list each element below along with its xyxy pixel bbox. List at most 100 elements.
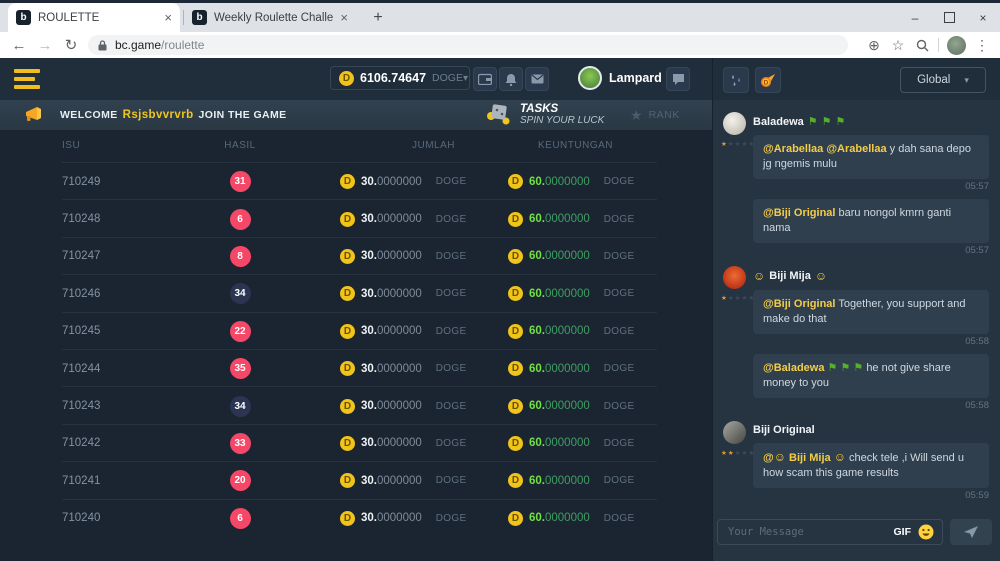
chat-input-box[interactable]: GIF	[717, 519, 943, 545]
doge-coin-icon: D	[340, 361, 355, 376]
table-row[interactable]: 71024634D30.0000000DOGED60.0000000DOGE	[0, 275, 712, 312]
currency-label: DOGE	[604, 513, 635, 524]
result-cell: 33	[180, 433, 300, 454]
table-row[interactable]: 71024120D30.0000000DOGED60.0000000DOGE	[0, 462, 712, 499]
maximize-button[interactable]	[932, 3, 966, 32]
forward-button[interactable]: →	[34, 34, 56, 56]
doge-coin-icon: D	[508, 399, 523, 414]
url-bar[interactable]: bc.game/roulette	[88, 35, 848, 55]
send-button[interactable]	[950, 519, 992, 545]
chat-user-avatar[interactable]	[723, 112, 746, 135]
currency-label: DOGE	[604, 251, 635, 262]
chat-username[interactable]: ☺Biji Mija☺	[753, 266, 989, 283]
chat-message: @Baladewa ⚑ ⚑ ⚑ he not give share money …	[753, 354, 989, 398]
user-mention[interactable]: @Biji Original	[763, 207, 835, 219]
user-mention[interactable]: @Arabellaa	[826, 143, 886, 155]
chat-toggle-button[interactable]	[666, 67, 690, 91]
tab-close-icon[interactable]: ×	[340, 10, 348, 25]
table-row[interactable]: 71024233D30.0000000DOGED60.0000000DOGE	[0, 425, 712, 462]
new-tab-button[interactable]: +	[366, 7, 390, 29]
round-id: 710249	[62, 176, 180, 188]
result-cell: 6	[180, 508, 300, 529]
doge-coin-icon: D	[340, 399, 355, 414]
amount-value: 60.0000000	[529, 250, 590, 262]
bet-amount-cell: D30.0000000DOGE	[302, 174, 498, 189]
profit-amount-cell: D60.0000000DOGE	[498, 511, 694, 526]
table-row[interactable]: 7102478D30.0000000DOGED60.0000000DOGE	[0, 238, 712, 275]
table-row[interactable]: 71024334D30.0000000DOGED60.0000000DOGE	[0, 387, 712, 424]
chat-message-list: ★★★★★Baladewa⚑⚑⚑@Arabellaa @Arabellaa y …	[713, 102, 1000, 511]
emoji-button[interactable]	[918, 524, 934, 540]
table-row[interactable]: 71024435D30.0000000DOGED60.0000000DOGE	[0, 350, 712, 387]
back-button[interactable]: ←	[8, 34, 30, 56]
site-favicon: b	[192, 10, 207, 25]
minimize-button[interactable]: –	[898, 3, 932, 32]
message-timestamp: 05:57	[753, 181, 989, 192]
chevron-down-icon: ▾	[463, 73, 468, 84]
tab-roulette[interactable]: b ROULETTE ×	[8, 3, 180, 32]
user-mention[interactable]: @Baladewa	[763, 362, 824, 374]
bookmark-star-icon[interactable]: ☆	[886, 37, 910, 54]
profit-amount-cell: D60.0000000DOGE	[498, 399, 694, 414]
result-cell: 31	[180, 171, 300, 192]
results-table: ISU HASIL JUMLAH KEUNTUNGAN 71024931D30.…	[0, 130, 712, 561]
browser-profile-avatar[interactable]	[947, 36, 966, 55]
result-badge: 6	[230, 508, 251, 529]
bet-amount-cell: D30.0000000DOGE	[302, 399, 498, 414]
rain-button[interactable]	[723, 67, 749, 93]
close-button[interactable]: ×	[966, 3, 1000, 32]
chat-channel-select[interactable]: Global ▾	[900, 67, 986, 93]
chat-message: @☺ Biji Mija ☺ check tele ,i Will send u…	[753, 443, 989, 488]
grin-emoji-icon: ☺	[834, 450, 846, 464]
bet-amount-cell: D30.0000000DOGE	[302, 249, 498, 264]
currency-label: DOGE	[604, 475, 635, 486]
tab-weekly-challenge[interactable]: b Weekly Roulette Challenge - Win ×	[184, 3, 356, 32]
chat-user-avatar[interactable]	[723, 421, 746, 444]
doge-coin-icon: D	[508, 249, 523, 264]
column-header-keuntungan: KEUNTUNGAN	[498, 140, 694, 160]
notifications-bell-button[interactable]	[499, 67, 523, 91]
reload-button[interactable]: ↻	[60, 34, 82, 56]
rank-button[interactable]: ★ RANK	[630, 100, 680, 130]
mail-button[interactable]	[525, 67, 549, 91]
balance-dropdown[interactable]: D 6106.74647 DOGE ▾	[330, 66, 470, 90]
chat-username[interactable]: Baladewa⚑⚑⚑	[753, 112, 989, 128]
user-mention[interactable]: @Biji Original	[763, 298, 835, 310]
doge-coin-icon: D	[340, 249, 355, 264]
bet-amount-cell: D30.0000000DOGE	[302, 511, 498, 526]
search-icon[interactable]	[910, 39, 934, 52]
table-row[interactable]: 7102486D30.0000000DOGED60.0000000DOGE	[0, 200, 712, 237]
chevron-down-icon: ▾	[964, 75, 969, 86]
user-mention[interactable]: @☺ Biji Mija ☺	[763, 452, 846, 464]
wallet-button[interactable]	[473, 67, 497, 91]
circle-plus-icon[interactable]: ⊕	[862, 37, 886, 54]
user-menu[interactable]: Lampard ▾	[578, 66, 673, 90]
gif-button[interactable]: GIF	[894, 526, 912, 538]
amount-value: 60.0000000	[529, 512, 590, 524]
chat-user-avatar[interactable]	[723, 266, 746, 289]
user-mention[interactable]: @Arabellaa	[763, 143, 823, 155]
currency-label: DOGE	[436, 475, 467, 486]
chat-message-input[interactable]	[726, 525, 890, 539]
hamburger-menu-icon[interactable]	[14, 69, 40, 89]
tab-close-icon[interactable]: ×	[164, 10, 172, 25]
chat-message-group: ★★★★★Biji Original@☺ Biji Mija ☺ check t…	[713, 415, 1000, 505]
table-row[interactable]: 71024931D30.0000000DOGED60.0000000DOGE	[0, 163, 712, 200]
currency-label: DOGE	[604, 214, 635, 225]
doge-coin-icon: D	[340, 436, 355, 451]
coindrop-flame-button[interactable]: D	[755, 67, 781, 93]
round-id: 710247	[62, 250, 180, 262]
currency-label: DOGE	[604, 326, 635, 337]
doge-coin-icon: D	[339, 71, 354, 86]
chat-username[interactable]: Biji Original	[753, 421, 989, 436]
user-avatar[interactable]	[578, 66, 602, 90]
browser-menu-icon[interactable]: ⋮	[970, 37, 994, 54]
table-row[interactable]: 71024522D30.0000000DOGED60.0000000DOGE	[0, 313, 712, 350]
table-row[interactable]: 7102406D30.0000000DOGED60.0000000DOGE	[0, 500, 712, 537]
tab-bar: b ROULETTE × b Weekly Roulette Challenge…	[0, 3, 1000, 32]
result-cell: 22	[180, 321, 300, 342]
currency-label: DOGE	[436, 363, 467, 374]
tasks-button[interactable]: TASKS SPIN YOUR LUCK	[486, 102, 604, 126]
chat-channel-label: Global	[917, 74, 950, 86]
green-flag-icon: ⚑	[853, 362, 866, 374]
